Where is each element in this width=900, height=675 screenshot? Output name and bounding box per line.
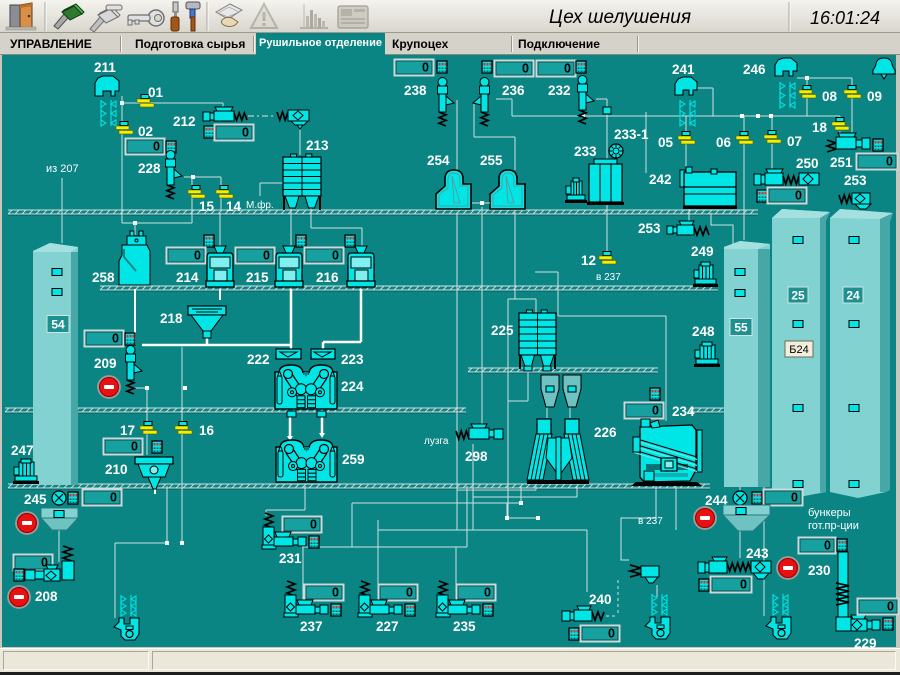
svg-text:247: 247	[11, 443, 34, 458]
svg-text:249: 249	[691, 244, 714, 259]
svg-text:0: 0	[263, 249, 270, 263]
svg-text:24: 24	[846, 289, 860, 303]
svg-text:209: 209	[94, 356, 117, 371]
svg-text:243: 243	[746, 546, 769, 561]
svg-text:245: 245	[24, 492, 47, 507]
svg-text:бункеры: бункеры	[808, 507, 851, 519]
svg-text:216: 216	[316, 270, 339, 285]
svg-text:215: 215	[246, 270, 269, 285]
svg-text:05: 05	[658, 135, 674, 150]
svg-text:227: 227	[376, 619, 399, 634]
svg-text:25: 25	[791, 289, 805, 303]
svg-text:258: 258	[92, 270, 115, 285]
svg-text:231: 231	[279, 551, 302, 566]
svg-text:гот.пр-ции: гот.пр-ции	[808, 520, 859, 532]
svg-text:218: 218	[160, 311, 183, 326]
svg-text:0: 0	[791, 491, 798, 505]
svg-text:237: 237	[300, 619, 323, 634]
svg-text:0: 0	[112, 332, 119, 346]
svg-text:229: 229	[854, 636, 877, 648]
svg-text:06: 06	[716, 135, 732, 150]
svg-text:08: 08	[822, 89, 838, 104]
svg-text:в 237: в 237	[596, 272, 621, 283]
svg-text:226: 226	[594, 425, 617, 440]
svg-text:255: 255	[480, 153, 503, 168]
svg-text:0: 0	[608, 627, 615, 641]
svg-text:0: 0	[131, 440, 138, 454]
svg-text:15: 15	[199, 199, 215, 214]
svg-text:0: 0	[110, 491, 117, 505]
svg-text:0: 0	[422, 61, 429, 75]
svg-text:0: 0	[332, 586, 339, 600]
svg-text:246: 246	[743, 62, 766, 77]
svg-text:238: 238	[404, 83, 427, 98]
svg-text:210: 210	[105, 462, 128, 477]
svg-text:0: 0	[740, 578, 747, 592]
svg-text:14: 14	[226, 199, 242, 214]
svg-text:250: 250	[796, 156, 819, 171]
svg-text:251: 251	[830, 155, 853, 170]
svg-text:0: 0	[406, 586, 413, 600]
svg-text:241: 241	[672, 62, 695, 77]
svg-text:0: 0	[887, 600, 894, 614]
svg-text:0: 0	[194, 249, 201, 263]
svg-text:212: 212	[173, 114, 196, 129]
svg-text:224: 224	[341, 379, 364, 394]
svg-text:213: 213	[306, 138, 329, 153]
svg-text:09: 09	[867, 89, 882, 104]
svg-text:12: 12	[581, 253, 596, 268]
svg-text:0: 0	[332, 249, 339, 263]
svg-text:233: 233	[574, 144, 597, 159]
svg-text:0: 0	[153, 140, 160, 154]
svg-text:0: 0	[795, 189, 802, 203]
svg-text:240: 240	[589, 592, 612, 607]
svg-text:223: 223	[341, 352, 364, 367]
svg-text:17: 17	[120, 423, 135, 438]
svg-text:233-1: 233-1	[614, 127, 649, 142]
svg-text:248: 248	[692, 324, 715, 339]
svg-text:232: 232	[548, 83, 571, 98]
svg-text:222: 222	[247, 352, 270, 367]
svg-text:0: 0	[310, 518, 317, 532]
svg-text:01: 01	[148, 85, 164, 100]
svg-text:236: 236	[502, 83, 525, 98]
svg-text:0: 0	[484, 586, 491, 600]
svg-text:228: 228	[138, 161, 161, 176]
svg-text:208: 208	[35, 589, 58, 604]
svg-text:16: 16	[199, 423, 215, 438]
svg-text:253: 253	[844, 173, 867, 188]
svg-text:0: 0	[242, 126, 249, 140]
svg-text:из 207: из 207	[46, 163, 79, 175]
svg-text:225: 225	[491, 323, 514, 338]
svg-text:298: 298	[465, 449, 488, 464]
svg-text:0: 0	[886, 155, 893, 169]
svg-text:54: 54	[51, 318, 65, 332]
svg-text:Б24: Б24	[789, 344, 808, 356]
svg-text:235: 235	[453, 619, 476, 634]
svg-text:254: 254	[427, 153, 450, 168]
svg-text:02: 02	[138, 124, 153, 139]
svg-text:18: 18	[812, 120, 828, 135]
svg-text:211: 211	[94, 60, 116, 75]
svg-text:0: 0	[824, 539, 831, 553]
svg-text:0: 0	[522, 62, 529, 76]
svg-text:55: 55	[734, 321, 748, 335]
svg-text:0: 0	[652, 404, 659, 418]
svg-text:259: 259	[342, 452, 365, 467]
svg-text:242: 242	[649, 172, 672, 187]
svg-text:0: 0	[564, 62, 571, 76]
svg-text:М.фр.: М.фр.	[246, 199, 274, 211]
svg-text:253: 253	[638, 221, 661, 236]
svg-text:234: 234	[672, 404, 695, 419]
svg-text:07: 07	[787, 134, 802, 149]
svg-text:214: 214	[176, 270, 199, 285]
svg-text:в 237: в 237	[638, 516, 663, 527]
svg-text:230: 230	[808, 563, 831, 578]
svg-text:лузга: лузга	[424, 436, 449, 447]
